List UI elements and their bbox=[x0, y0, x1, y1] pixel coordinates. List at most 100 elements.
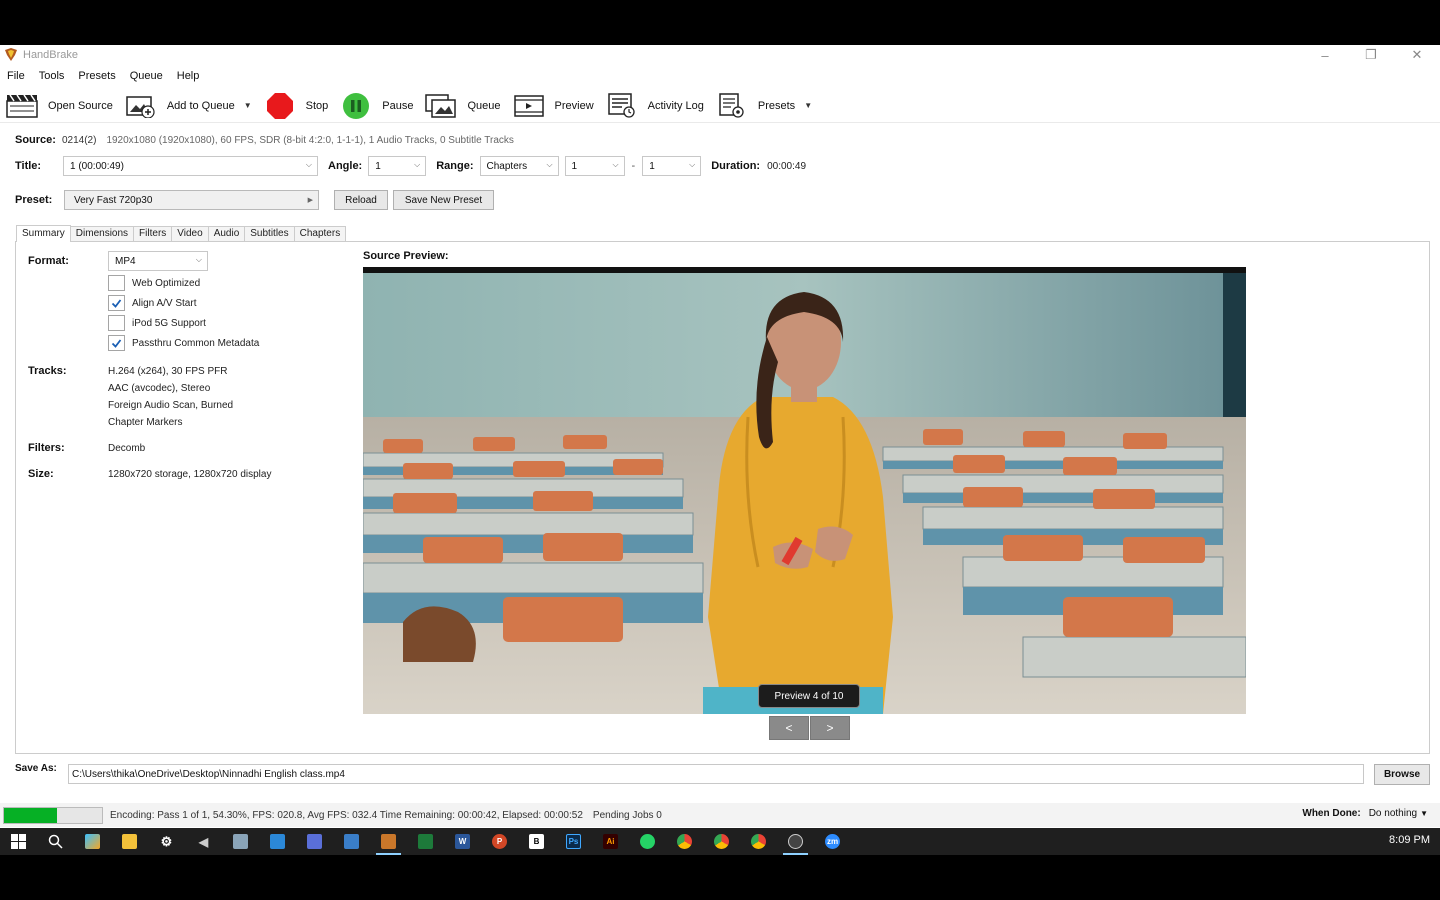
taskbar-app-word[interactable]: W bbox=[444, 828, 481, 855]
taskbar-app-chrome-2[interactable] bbox=[703, 828, 740, 855]
checkbox[interactable] bbox=[108, 315, 125, 331]
pause-icon bbox=[340, 92, 372, 119]
taskbar-app-handbrake[interactable] bbox=[370, 828, 407, 855]
angle-select[interactable]: 1 ⌵ bbox=[368, 156, 427, 176]
dropdown-caret-icon[interactable]: ▼ bbox=[244, 101, 252, 110]
taskbar-app-explorer[interactable] bbox=[111, 828, 148, 855]
checkbox[interactable] bbox=[108, 275, 125, 291]
menu-help[interactable]: Help bbox=[170, 70, 207, 82]
presets-button[interactable]: Presets ▼ bbox=[710, 91, 818, 121]
option-align-av-start[interactable]: Align A/V Start bbox=[108, 295, 196, 311]
save-new-preset-button[interactable]: Save New Preset bbox=[393, 190, 494, 210]
checkbox[interactable] bbox=[108, 335, 125, 351]
classroom-preview-image bbox=[363, 267, 1246, 714]
add-to-queue-button[interactable]: Add to Queue ▼ bbox=[119, 91, 258, 121]
tab-bar: Summary Dimensions Filters Video Audio S… bbox=[16, 225, 347, 242]
taskbar-clock: 8:09 PM bbox=[1389, 834, 1430, 846]
tab-summary[interactable]: Summary bbox=[16, 225, 71, 242]
preview-next-button[interactable]: > bbox=[810, 716, 850, 740]
browse-button[interactable]: Browse bbox=[1374, 764, 1430, 785]
taskbar-app-whatsapp[interactable] bbox=[629, 828, 666, 855]
taskbar-app-editor[interactable] bbox=[259, 828, 296, 855]
range-end-select[interactable]: 1 ⌵ bbox=[642, 156, 702, 176]
pause-label: Pause bbox=[382, 99, 414, 112]
menu-queue[interactable]: Queue bbox=[123, 70, 170, 82]
tab-dimensions[interactable]: Dimensions bbox=[69, 226, 135, 242]
activity-log-label: Activity Log bbox=[647, 99, 704, 112]
handbrake-logo-icon bbox=[5, 48, 17, 61]
preview-button[interactable]: Preview bbox=[507, 91, 600, 121]
taskbar-app-settings[interactable]: ⚙ bbox=[148, 828, 185, 855]
add-to-queue-label: Add to Queue bbox=[166, 99, 235, 112]
option-ipod-5g[interactable]: iPod 5G Support bbox=[108, 315, 206, 331]
format-select-value: MP4 bbox=[115, 255, 136, 267]
taskbar-app-calendar[interactable] bbox=[296, 828, 333, 855]
taskbar-app-chrome-3[interactable] bbox=[740, 828, 777, 855]
queue-button[interactable]: Queue bbox=[419, 91, 506, 121]
taskbar: ⚙ ◀ W P B Ps Ai zm 8:09 PM bbox=[0, 828, 1440, 855]
option-label: Align A/V Start bbox=[132, 297, 197, 309]
range-end-value: 1 bbox=[649, 160, 655, 172]
chevron-down-icon: ⌵ bbox=[689, 160, 696, 169]
activity-log-button[interactable]: Activity Log bbox=[600, 91, 710, 121]
option-passthru-metadata[interactable]: Passthru Common Metadata bbox=[108, 335, 259, 351]
save-as-path-input[interactable]: C:\Users\thika\OneDrive\Desktop\Ninnadhi… bbox=[68, 764, 1364, 784]
tab-filters[interactable]: Filters bbox=[133, 226, 173, 242]
source-row: Source: 0214(2) 1920x1080 (1920x1080), 6… bbox=[15, 134, 514, 146]
tab-chapters[interactable]: Chapters bbox=[293, 226, 347, 242]
taskbar-app-zoom[interactable]: zm bbox=[814, 828, 851, 855]
taskbar-app-network[interactable] bbox=[222, 828, 259, 855]
taskbar-app-chrome-1[interactable] bbox=[666, 828, 703, 855]
speaker-icon: ◀ bbox=[198, 834, 209, 849]
format-select[interactable]: MP4 ⌵ bbox=[108, 251, 208, 271]
menu-file[interactable]: File bbox=[0, 70, 32, 82]
start-button[interactable] bbox=[0, 828, 37, 855]
add-image-icon bbox=[125, 93, 157, 119]
preview-label: Preview bbox=[554, 99, 594, 112]
chrome-icon bbox=[714, 834, 729, 849]
preset-select-value: Very Fast 720p30 bbox=[74, 194, 153, 206]
taskbar-app-copilot[interactable] bbox=[74, 828, 111, 855]
checkmark-icon bbox=[111, 298, 122, 308]
taskbar-app-powerpoint[interactable]: P bbox=[481, 828, 518, 855]
tab-video[interactable]: Video bbox=[171, 226, 209, 242]
close-button[interactable]: ✕ bbox=[1394, 45, 1440, 65]
clapperboard-icon bbox=[6, 93, 38, 119]
taskbar-app-illustrator[interactable]: Ai bbox=[592, 828, 629, 855]
when-done-control[interactable]: When Done: Do nothing ▼ bbox=[1302, 808, 1428, 819]
preview-prev-button[interactable]: < bbox=[769, 716, 809, 740]
taskbar-app-remote[interactable] bbox=[333, 828, 370, 855]
taskbar-search[interactable] bbox=[37, 828, 74, 855]
open-source-button[interactable]: Open Source bbox=[0, 91, 119, 121]
toolbar: Open Source Add to Queue ▼ Stop Pause Qu… bbox=[0, 89, 1440, 123]
presets-label: Presets bbox=[757, 99, 796, 112]
maximize-button[interactable]: ❐ bbox=[1348, 45, 1394, 65]
source-preview-title: Source Preview: bbox=[363, 250, 449, 262]
calendar-icon bbox=[307, 834, 322, 849]
reload-button[interactable]: Reload bbox=[334, 190, 388, 210]
taskbar-app-obs[interactable] bbox=[777, 828, 814, 855]
taskbar-app-excel[interactable] bbox=[407, 828, 444, 855]
title-select[interactable]: 1 (00:00:49) ⌵ bbox=[63, 156, 318, 176]
save-as-row: Save As: bbox=[15, 763, 57, 774]
size-label: Size: bbox=[28, 468, 54, 480]
source-preview-image bbox=[363, 267, 1246, 714]
stop-icon bbox=[264, 92, 296, 119]
preset-select[interactable]: Very Fast 720p30 ▶ bbox=[64, 190, 319, 210]
tab-subtitles[interactable]: Subtitles bbox=[244, 226, 295, 242]
dropdown-caret-icon[interactable]: ▼ bbox=[804, 101, 812, 110]
tab-audio[interactable]: Audio bbox=[207, 226, 246, 242]
pause-button[interactable]: Pause bbox=[334, 91, 419, 121]
option-web-optimized[interactable]: Web Optimized bbox=[108, 275, 200, 291]
taskbar-app-bold[interactable]: B bbox=[518, 828, 555, 855]
checkbox[interactable] bbox=[108, 295, 125, 311]
menu-tools[interactable]: Tools bbox=[32, 70, 72, 82]
save-as-label: Save As: bbox=[15, 763, 57, 774]
taskbar-app-volume[interactable]: ◀ bbox=[185, 828, 222, 855]
range-mode-select[interactable]: Chapters ⌵ bbox=[479, 156, 559, 176]
range-start-select[interactable]: 1 ⌵ bbox=[564, 156, 625, 176]
taskbar-app-photoshop[interactable]: Ps bbox=[555, 828, 592, 855]
stop-button[interactable]: Stop bbox=[258, 91, 335, 121]
menu-presets[interactable]: Presets bbox=[71, 70, 122, 82]
minimize-button[interactable]: – bbox=[1302, 45, 1348, 65]
